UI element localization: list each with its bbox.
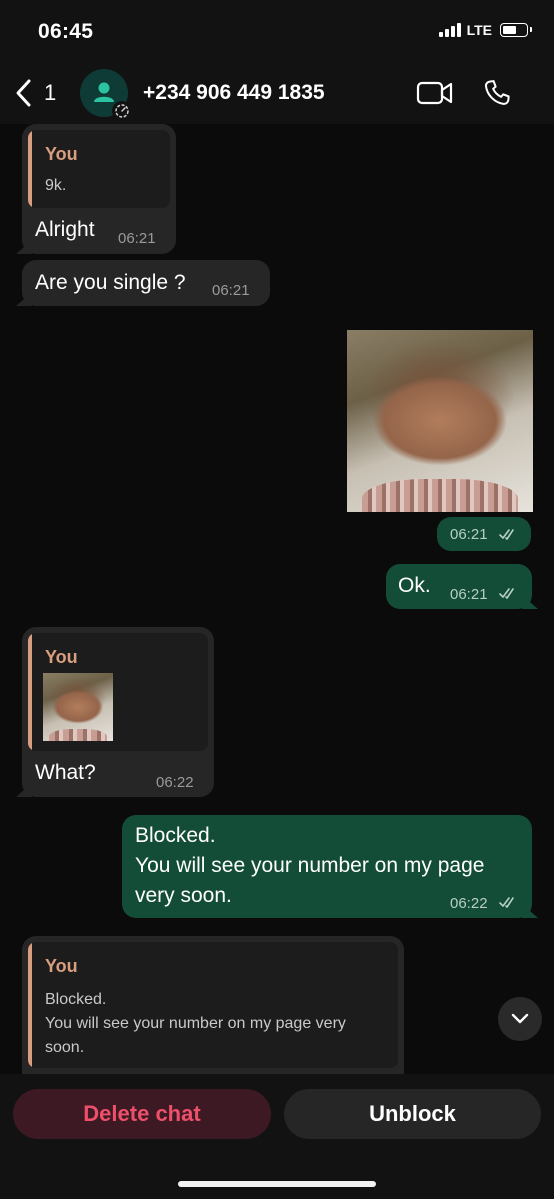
- quote-accent-bar: [28, 130, 32, 208]
- back-button[interactable]: 1: [14, 78, 56, 108]
- chevron-down-icon: [511, 1013, 529, 1024]
- video-call-icon: [416, 81, 453, 105]
- message-time: 06:21: [212, 282, 250, 299]
- read-receipt-icon: [499, 588, 514, 599]
- incoming-message[interactable]: You Blocked. You will see your number on…: [22, 936, 404, 1074]
- unread-count: 1: [44, 80, 57, 105]
- video-call-button[interactable]: [416, 80, 454, 111]
- delete-chat-button[interactable]: Delete chat: [13, 1089, 271, 1139]
- image-content: [48, 728, 108, 741]
- quoted-reply[interactable]: You 9k.: [28, 130, 170, 208]
- status-indicators: LTE: [438, 22, 532, 38]
- quote-author: You: [45, 647, 78, 667]
- outgoing-message[interactable]: Blocked. You will see your number on my …: [122, 815, 532, 918]
- message-list[interactable]: You 9k. Alright 06:21 Are you single ? 0…: [0, 124, 554, 1074]
- signal-icon: [438, 23, 461, 37]
- network-type: LTE: [466, 22, 492, 38]
- status-time: 06:45: [38, 20, 94, 43]
- quote-text-line: soon.: [45, 1039, 85, 1056]
- battery-icon: [500, 23, 532, 37]
- contact-name[interactable]: +234 906 449 1835: [143, 81, 325, 105]
- shared-image[interactable]: [347, 330, 533, 512]
- avatar[interactable]: [80, 69, 132, 121]
- quote-accent-bar: [28, 633, 32, 751]
- message-time: 06:22: [156, 774, 194, 791]
- disappearing-timer-icon: [112, 101, 132, 121]
- message-time: 06:21: [450, 586, 488, 603]
- message-time: 06:21: [450, 526, 488, 543]
- chat-header: 1 +234 906 449 1835: [0, 62, 554, 124]
- quoted-image-thumbnail: [43, 673, 113, 741]
- phone-icon: [484, 80, 510, 105]
- message-text: Ok.: [398, 574, 431, 597]
- back-chevron-icon: [16, 79, 31, 107]
- message-text: What?: [35, 761, 96, 784]
- message-time: 06:22: [450, 895, 488, 912]
- quote-text-line: Blocked.: [45, 991, 107, 1008]
- quote-author: You: [45, 956, 78, 976]
- quoted-reply[interactable]: You Blocked. You will see your number on…: [28, 942, 398, 1068]
- image-timestamp: 06:21: [437, 517, 531, 551]
- status-bar: 06:45 LTE: [0, 0, 554, 62]
- quote-text-line: You will see your number on my page very: [45, 1015, 346, 1032]
- message-text: Are you single ?: [35, 271, 186, 294]
- message-text-line: Blocked.: [135, 824, 216, 847]
- message-text-line: You will see your number on my page: [135, 854, 485, 877]
- quote-author: You: [45, 144, 78, 164]
- incoming-message[interactable]: You 9k. Alright 06:21: [22, 124, 176, 254]
- read-receipt-icon: [499, 529, 514, 540]
- message-text: Alright: [35, 218, 95, 241]
- home-indicator[interactable]: [178, 1181, 376, 1187]
- image-content: [361, 479, 519, 512]
- incoming-message[interactable]: You What? 06:22: [22, 627, 214, 797]
- quote-text: 9k.: [45, 177, 67, 194]
- message-time: 06:21: [118, 230, 156, 247]
- scroll-to-bottom-button[interactable]: [498, 997, 542, 1041]
- quoted-reply[interactable]: You: [28, 633, 208, 751]
- blocked-actions-bar: Delete chat Unblock: [0, 1074, 554, 1199]
- unblock-button[interactable]: Unblock: [284, 1089, 541, 1139]
- battery-level: [503, 26, 516, 34]
- incoming-message[interactable]: Are you single ? 06:21: [22, 260, 270, 306]
- quote-accent-bar: [28, 942, 32, 1068]
- outgoing-message[interactable]: Ok. 06:21: [386, 564, 532, 609]
- message-text-line: very soon.: [135, 884, 232, 907]
- read-receipt-icon: [499, 897, 514, 908]
- voice-call-button[interactable]: [482, 78, 512, 113]
